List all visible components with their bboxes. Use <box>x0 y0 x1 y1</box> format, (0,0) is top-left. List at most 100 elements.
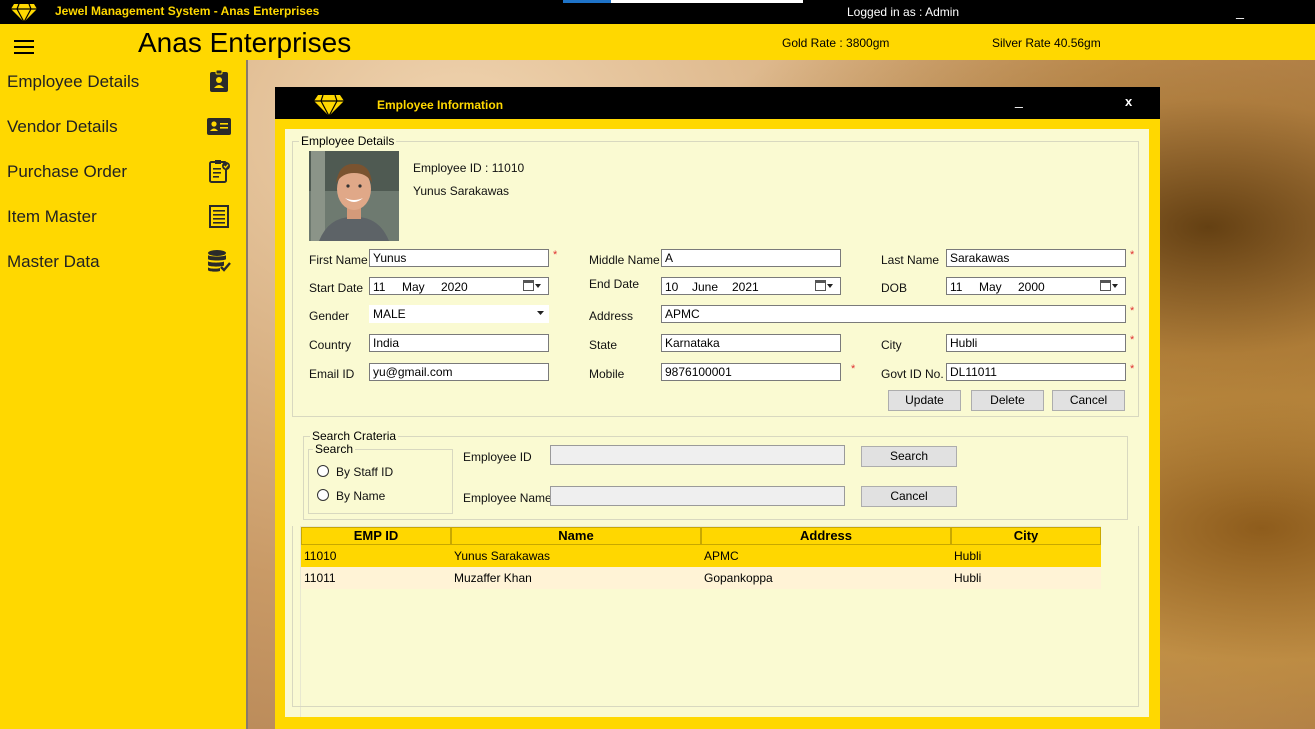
logged-in-label: Logged in as : Admin <box>847 5 960 19</box>
sidebar-item-label: Item Master <box>7 207 97 226</box>
end-date-day: 10 <box>665 280 679 294</box>
state-field[interactable]: Karnataka <box>661 334 841 352</box>
dob-day: 11 <box>950 280 963 294</box>
city-field[interactable]: Hubli <box>946 334 1126 352</box>
employee-id-display: Employee ID : 11010 <box>413 161 525 175</box>
employee-photo <box>309 151 399 241</box>
end-date-month: June <box>692 280 719 294</box>
dob-month: May <box>979 280 1002 294</box>
gold-rate: Gold Rate : 3800gm <box>782 36 890 50</box>
search-employee-name-input[interactable] <box>550 486 845 506</box>
search-mode-group: Search <box>308 442 453 514</box>
update-button[interactable]: Update <box>888 390 961 411</box>
by-name-radio[interactable] <box>317 489 329 501</box>
employee-information-dialog: Employee Information _ x Employee Detail… <box>275 87 1160 729</box>
minimize-button[interactable]: _ <box>1232 3 1248 19</box>
last-name-label: Last Name <box>881 253 940 267</box>
sidebar-item-label: Employee Details <box>7 72 140 91</box>
database-check-icon <box>208 250 231 272</box>
chevron-down-icon <box>537 311 544 315</box>
email-field[interactable]: yu@gmail.com <box>369 363 549 381</box>
dob-label: DOB <box>881 281 908 295</box>
country-field[interactable]: India <box>369 334 549 352</box>
company-name: Anas Enterprises <box>138 27 352 58</box>
sidebar-item-item-master[interactable]: Item Master <box>0 197 246 237</box>
title-bar: Jewel Management System - Anas Enterpris… <box>0 0 1315 24</box>
sidebar-item-label: Vendor Details <box>7 117 118 136</box>
dob-year: 2000 <box>1018 280 1045 294</box>
required-mark: * <box>1130 363 1135 375</box>
address-label: Address <box>589 309 634 323</box>
calendar-dropdown-icon[interactable] <box>1100 280 1120 292</box>
sidebar-item-purchase-order[interactable]: Purchase Order <box>0 152 246 192</box>
app-title: Jewel Management System - Anas Enterpris… <box>55 4 320 18</box>
top-progress-fill <box>563 0 611 3</box>
cancel-button[interactable]: Cancel <box>1052 390 1125 411</box>
gender-label: Gender <box>309 309 350 323</box>
required-mark: * <box>851 363 856 375</box>
gender-value: MALE <box>373 307 406 321</box>
dialog-header: Employee Information _ x <box>275 87 1160 119</box>
grid-container-border <box>292 526 1139 707</box>
diamond-logo-icon <box>314 94 344 117</box>
diamond-logo-icon <box>11 3 37 23</box>
by-staff-id-radio[interactable] <box>317 465 329 477</box>
id-badge-icon <box>210 69 228 92</box>
clipboard-check-icon <box>209 160 230 183</box>
sidebar-item-master-data[interactable]: Master Data <box>0 242 246 282</box>
by-name-label: By Name <box>336 489 386 503</box>
start-date-month: May <box>402 280 425 294</box>
delete-button[interactable]: Delete <box>971 390 1044 411</box>
sidebar-item-label: Purchase Order <box>7 162 127 181</box>
search-employee-name-label: Employee Name <box>463 491 552 505</box>
required-mark: * <box>1130 305 1135 317</box>
dialog-minimize-button[interactable]: _ <box>1015 92 1023 108</box>
menu-icon[interactable] <box>14 40 34 54</box>
search-button[interactable]: Search <box>861 446 957 467</box>
dialog-body: Employee Details Employee ID : 11010 Yun… <box>285 129 1149 717</box>
search-cancel-button[interactable]: Cancel <box>861 486 957 507</box>
required-mark: * <box>1130 249 1135 261</box>
country-label: Country <box>309 338 352 352</box>
middle-name-label: Middle Name <box>589 253 660 267</box>
dialog-close-button[interactable]: x <box>1125 94 1132 109</box>
sidebar-item-label: Master Data <box>7 252 100 271</box>
by-staff-id-label: By Staff ID <box>336 465 394 479</box>
end-date-picker[interactable]: 10 June 2021 <box>661 277 841 295</box>
dialog-title: Employee Information <box>377 98 504 112</box>
required-mark: * <box>1130 334 1135 346</box>
first-name-label: First Name <box>309 253 368 267</box>
employee-details-group-label: Employee Details <box>299 134 397 148</box>
start-date-picker[interactable]: 11 May 2020 <box>369 277 549 295</box>
first-name-field[interactable]: Yunus <box>369 249 549 267</box>
silver-rate: Silver Rate 40.56gm <box>992 36 1101 50</box>
sidebar-item-vendor-details[interactable]: Vendor Details <box>0 107 246 147</box>
search-mode-group-label: Search <box>313 442 356 456</box>
govt-id-field[interactable]: DL11011 <box>946 363 1126 381</box>
middle-name-field[interactable]: A <box>661 249 841 267</box>
top-progress-bar <box>563 0 803 3</box>
city-label: City <box>881 338 902 352</box>
email-label: Email ID <box>309 367 355 381</box>
govt-id-label: Govt ID No. <box>881 367 944 381</box>
search-criteria-group-label: Search Crateria <box>310 429 399 443</box>
contact-card-icon <box>207 118 231 135</box>
start-date-day: 11 <box>373 280 386 294</box>
start-date-year: 2020 <box>441 280 468 294</box>
sidebar-item-employee-details[interactable]: Employee Details <box>0 62 246 102</box>
search-employee-id-label: Employee ID <box>463 450 532 464</box>
start-date-label: Start Date <box>309 281 364 295</box>
end-date-label: End Date <box>589 277 640 291</box>
dob-picker[interactable]: 11 May 2000 <box>946 277 1126 295</box>
gender-select[interactable]: MALE <box>369 305 549 323</box>
employee-name-display: Yunus Sarakawas <box>413 184 510 198</box>
calendar-dropdown-icon[interactable] <box>523 280 543 292</box>
calendar-dropdown-icon[interactable] <box>815 280 835 292</box>
required-mark: * <box>553 249 558 261</box>
address-field[interactable]: APMC <box>661 305 1126 323</box>
mobile-field[interactable]: 9876100001 <box>661 363 841 381</box>
list-document-icon <box>209 205 229 228</box>
mobile-label: Mobile <box>589 367 625 381</box>
search-employee-id-input[interactable] <box>550 445 845 465</box>
last-name-field[interactable]: Sarakawas <box>946 249 1126 267</box>
